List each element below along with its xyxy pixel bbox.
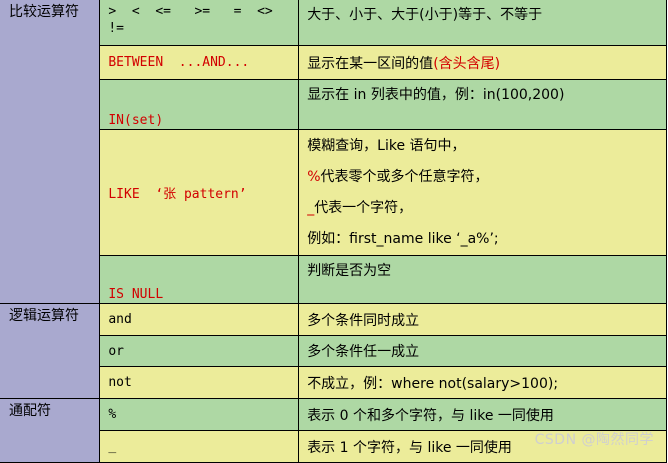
is-null-description: 判断是否为空 bbox=[298, 255, 667, 304]
like-description-line3: _代表一个字符， bbox=[307, 199, 413, 216]
table-row: IN(set) 显示在 in 列表中的值，例：in(100,200) bbox=[0, 79, 667, 130]
not-equal-operator: != bbox=[108, 21, 125, 36]
percent-wildcard-description: 表示 0 个和多个字符，与 like 一同使用 bbox=[298, 398, 667, 431]
comparison-operators-description: 大于、小于、大于(小于)等于、不等于 bbox=[298, 0, 667, 46]
table-row: or 多个条件任一成立 bbox=[0, 335, 667, 367]
underscore-wildcard: _ bbox=[99, 430, 300, 463]
category-comparison-operators: 比较运算符 bbox=[0, 0, 101, 304]
between-inclusive-note: (含头含尾) bbox=[433, 55, 501, 72]
table-row: IS NULL 判断是否为空 bbox=[0, 255, 667, 304]
and-operator: and bbox=[99, 303, 300, 336]
table-row: LIKE ‘张 pattern’ 模糊查询，Like 语句中， %代表零个或多个… bbox=[0, 129, 667, 256]
table-row: BETWEEN ...AND... 显示在某一区间的值(含头含尾) bbox=[0, 45, 667, 80]
sql-operators-table: 比较运算符 > < <= >= = <> != 大于、小于、大于(小于)等于、不… bbox=[0, 0, 667, 463]
between-description: 显示在某一区间的值(含头含尾) bbox=[298, 45, 667, 80]
or-operator: or bbox=[99, 335, 300, 367]
comparison-operators-cell: > < <= >= = <> != bbox=[99, 0, 300, 46]
like-description-line2: %代表零个或多个任意字符， bbox=[307, 168, 489, 185]
category-wildcards: 通配符 bbox=[0, 398, 101, 463]
percent-wildcard: % bbox=[99, 398, 300, 431]
or-description: 多个条件任一成立 bbox=[298, 335, 667, 367]
and-description: 多个条件同时成立 bbox=[298, 303, 667, 336]
like-description: 模糊查询，Like 语句中， %代表零个或多个任意字符， _代表一个字符， 例如… bbox=[298, 129, 667, 256]
category-logical-operators: 逻辑运算符 bbox=[0, 303, 101, 399]
between-description-text: 显示在某一区间的值 bbox=[307, 55, 434, 72]
like-operator: LIKE ‘张 pattern’ bbox=[99, 129, 300, 256]
table-row: 逻辑运算符 and 多个条件同时成立 bbox=[0, 303, 667, 399]
table-row: not 不成立，例：where not(salary>100); bbox=[0, 366, 667, 399]
is-null-operator: IS NULL bbox=[99, 255, 300, 304]
between-operator: BETWEEN ...AND... bbox=[99, 45, 300, 80]
in-description: 显示在 in 列表中的值，例：in(100,200) bbox=[298, 79, 667, 130]
percent-wildcard-mark: % bbox=[307, 168, 321, 185]
table-row: 通配符 % 表示 0 个和多个字符，与 like 一同使用 bbox=[0, 398, 667, 463]
not-description: 不成立，例：where not(salary>100); bbox=[298, 366, 667, 399]
comparison-operators-symbols: > < <= >= = <> bbox=[108, 4, 273, 19]
table-row: 比较运算符 > < <= >= = <> != 大于、小于、大于(小于)等于、不… bbox=[0, 0, 667, 304]
like-description-line1: 模糊查询，Like 语句中， bbox=[307, 137, 466, 154]
not-operator: not bbox=[99, 366, 300, 399]
like-example: 例如：first_name like ‘_a%’; bbox=[307, 230, 499, 247]
csdn-watermark: CSDN @陶然同学 bbox=[534, 432, 654, 448]
in-operator: IN(set) bbox=[99, 79, 300, 130]
